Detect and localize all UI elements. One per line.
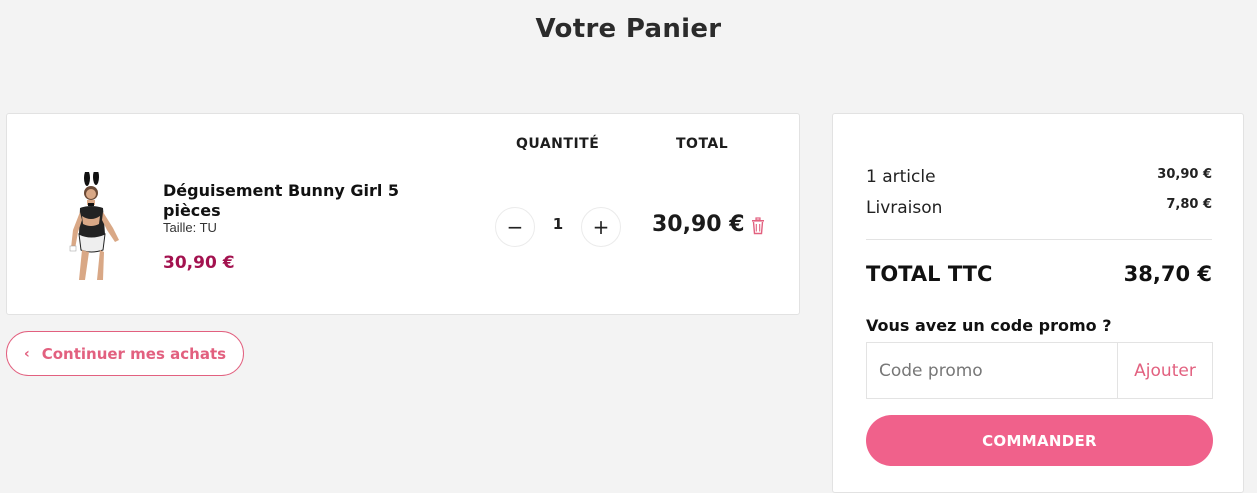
order-button[interactable]: COMMANDER: [866, 415, 1213, 466]
total-value: 38,70 €: [1123, 262, 1212, 286]
page-title: Votre Panier: [535, 14, 722, 44]
order-summary: 1 article 30,90 € Livraison 7,80 € TOTAL…: [832, 113, 1244, 493]
product-unit-price: 30,90 €: [163, 253, 235, 273]
line-total: 30,90 €: [652, 212, 745, 237]
increase-quantity-button[interactable]: +: [581, 207, 621, 247]
total-label: TOTAL TTC: [866, 262, 993, 286]
add-promo-button[interactable]: Ajouter: [1117, 343, 1212, 398]
continue-shopping-button[interactable]: ‹ Continuer mes achats: [6, 331, 244, 376]
decrease-quantity-button[interactable]: −: [495, 207, 535, 247]
articles-value: 30,90 €: [1157, 167, 1212, 182]
trash-icon[interactable]: [750, 217, 766, 235]
quantity-header: QUANTITÉ: [516, 136, 600, 152]
promo-form: Ajouter: [866, 342, 1213, 399]
total-header: TOTAL: [676, 136, 729, 152]
promo-code-input[interactable]: [867, 343, 1117, 398]
minus-icon: −: [506, 215, 524, 239]
chevron-left-icon: ‹: [23, 345, 30, 362]
product-size: Taille: TU: [163, 220, 217, 235]
promo-question: Vous avez un code promo ?: [866, 316, 1112, 335]
plus-icon: +: [592, 215, 610, 239]
quantity-value: 1: [552, 215, 564, 233]
shipping-label: Livraison: [866, 198, 943, 218]
product-name[interactable]: Déguisement Bunny Girl 5 pièces: [163, 181, 423, 221]
product-image[interactable]: [63, 172, 129, 284]
summary-divider: [866, 239, 1212, 240]
articles-label: 1 article: [866, 167, 936, 187]
shipping-value: 7,80 €: [1166, 197, 1212, 212]
cart-card: QUANTITÉ TOTAL Déguisement Bunny Girl 5 …: [6, 113, 800, 315]
continue-shopping-label: Continuer mes achats: [41, 344, 227, 363]
